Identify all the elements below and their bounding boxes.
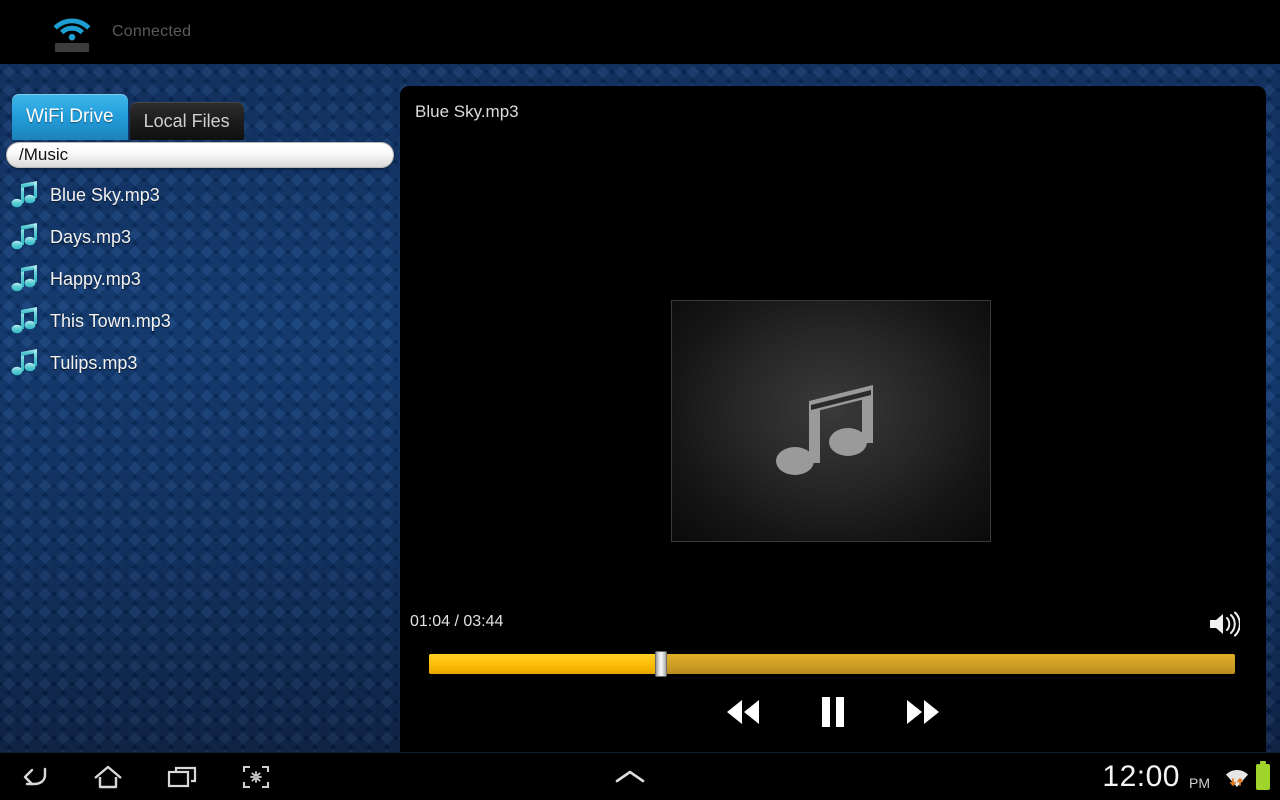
expand-handle[interactable] xyxy=(613,753,647,800)
file-list-item-label: Tulips.mp3 xyxy=(50,352,138,373)
volume-icon[interactable] xyxy=(1208,611,1242,639)
tab-local-files-label: Local Files xyxy=(143,110,230,131)
home-icon[interactable] xyxy=(88,757,128,797)
android-nav-buttons xyxy=(14,753,276,800)
system-status-area: 12:00 PM xyxy=(1102,753,1270,800)
player-track-title: Blue Sky.mp3 xyxy=(415,102,519,121)
file-browser-panel: WiFi Drive Local Files /Music Blue Sky.m… xyxy=(0,64,400,800)
file-list-item-label: This Town.mp3 xyxy=(50,310,171,331)
tab-wifi-drive-label: WiFi Drive xyxy=(26,105,114,127)
back-icon[interactable] xyxy=(14,757,54,797)
app-root: Connected WiFi Drive Local Files /Music … xyxy=(0,0,1280,800)
wifi-icon-base xyxy=(55,42,89,52)
tab-local-files[interactable]: Local Files xyxy=(129,102,244,140)
music-note-icon xyxy=(8,348,42,378)
file-list-item[interactable]: Tulips.mp3 xyxy=(0,342,400,384)
album-art-placeholder xyxy=(671,300,991,542)
music-note-icon xyxy=(8,264,42,294)
source-tabs: WiFi Drive Local Files xyxy=(12,94,244,140)
path-bar-text: /Music xyxy=(19,145,69,164)
fast-forward-button[interactable] xyxy=(899,692,947,732)
tab-wifi-drive[interactable]: WiFi Drive xyxy=(12,94,128,140)
system-clock: 12:00 xyxy=(1102,760,1180,793)
screenshot-icon[interactable] xyxy=(236,757,276,797)
battery-full-icon xyxy=(1256,761,1270,790)
app-status-bar: Connected xyxy=(0,0,1280,64)
file-list-item-label: Happy.mp3 xyxy=(50,268,141,289)
chevron-up-icon xyxy=(615,770,645,783)
file-list-item-label: Days.mp3 xyxy=(50,226,132,247)
rewind-button[interactable] xyxy=(719,692,767,732)
music-note-icon xyxy=(8,180,42,210)
media-player-panel: Blue Sky.mp3 01:04 / 03:44 xyxy=(400,86,1266,752)
wifi-status-icon xyxy=(1224,764,1250,790)
file-list-item[interactable]: Days.mp3 xyxy=(0,216,400,258)
file-list-item[interactable]: This Town.mp3 xyxy=(0,300,400,342)
playback-time-label: 01:04 / 03:44 xyxy=(410,613,504,630)
path-bar[interactable]: /Music xyxy=(6,142,394,168)
pause-button[interactable] xyxy=(809,692,857,732)
file-list-item[interactable]: Blue Sky.mp3 xyxy=(0,174,400,216)
seek-bar[interactable] xyxy=(429,651,1235,677)
music-note-icon xyxy=(8,222,42,252)
wifi-icon xyxy=(44,10,100,54)
system-clock-ampm: PM xyxy=(1189,775,1210,791)
file-list: Blue Sky.mp3 Days.mp3 Happy.mp3 This Tow… xyxy=(0,174,400,384)
music-note-icon xyxy=(8,306,42,336)
music-note-placeholder-icon xyxy=(776,385,873,475)
android-system-bar: 12:00 PM xyxy=(0,752,1280,800)
pause-icon xyxy=(822,697,844,727)
recents-icon[interactable] xyxy=(162,757,202,797)
seek-fill xyxy=(429,654,662,674)
fast-forward-icon xyxy=(907,700,939,724)
rewind-icon xyxy=(727,700,759,724)
transport-controls xyxy=(400,686,1266,738)
file-list-item[interactable]: Happy.mp3 xyxy=(0,258,400,300)
file-list-item-label: Blue Sky.mp3 xyxy=(50,184,160,205)
seek-thumb[interactable] xyxy=(655,651,668,677)
connection-status-text: Connected xyxy=(112,23,192,40)
